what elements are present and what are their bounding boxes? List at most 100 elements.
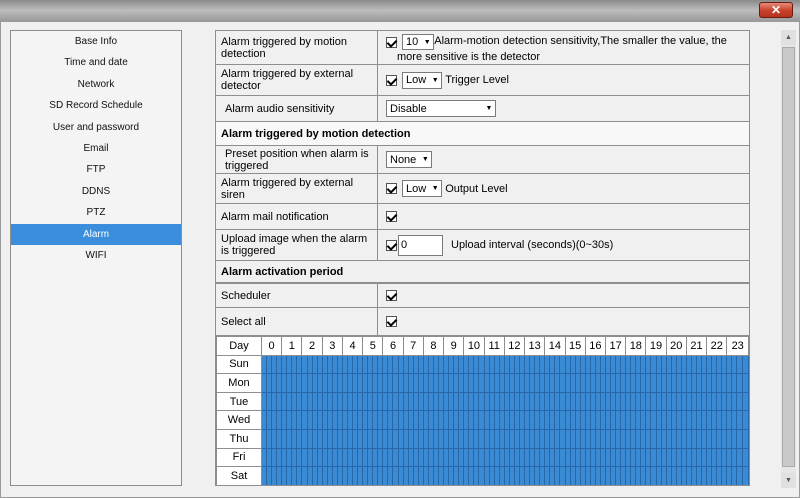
external-detector-row: Alarm triggered by external detector Low… — [216, 65, 749, 96]
hour-header[interactable]: 20 — [665, 336, 687, 356]
preset-position-select[interactable]: None ▼ — [386, 151, 433, 168]
schedule-grid: Day 0 1 2 3 4 5 6 7 8 9 10 11 12 13 14 15 16 17 18 19 20 21 22 2… — [216, 336, 749, 485]
schedule-cell[interactable] — [741, 391, 749, 412]
hour-header[interactable]: 13 — [524, 336, 546, 356]
day-label[interactable]: Mon — [216, 373, 262, 393]
motion-detection-label: Alarm triggered by motion detection — [216, 31, 378, 64]
upload-interval-label: Upload interval (seconds)(0~30s) — [451, 239, 614, 251]
window-titlebar: ✕ — [0, 0, 800, 21]
hour-header[interactable]: 1 — [281, 336, 303, 356]
scroll-up-icon[interactable]: ▲ — [781, 30, 796, 45]
day-label[interactable]: Wed — [216, 410, 262, 430]
hour-header[interactable]: 14 — [544, 336, 566, 356]
hour-header[interactable]: 3 — [321, 336, 343, 356]
scheduler-label: Scheduler — [216, 284, 378, 307]
scheduler-checkbox[interactable] — [386, 290, 397, 301]
day-label[interactable]: Sat — [216, 466, 262, 485]
hour-header[interactable]: 17 — [604, 336, 627, 356]
vertical-scrollbar[interactable]: ▲ ▼ — [781, 30, 796, 488]
schedule-cell[interactable] — [741, 354, 749, 375]
hour-header[interactable]: 12 — [503, 336, 526, 356]
motion-sensitivity-note: Alarm-motion detection sensitivity,The s… — [397, 35, 727, 63]
sidebar-item-email[interactable]: Email — [11, 138, 181, 159]
sidebar-item-wifi[interactable]: WIFI — [11, 245, 181, 266]
sidebar-item-ftp[interactable]: FTP — [11, 159, 181, 180]
schedule-cell[interactable] — [741, 410, 749, 430]
scrollbar-thumb[interactable] — [782, 47, 795, 467]
select-all-label: Select all — [216, 308, 378, 335]
upload-image-checkbox[interactable] — [386, 239, 397, 251]
hour-header[interactable]: 19 — [645, 336, 667, 356]
schedule-row: Tue — [216, 391, 749, 412]
upload-interval-input[interactable]: 0 — [398, 234, 443, 256]
sidebar-item-base-info[interactable]: Base Info — [11, 31, 181, 52]
schedule-cell[interactable] — [741, 373, 749, 393]
hour-header[interactable]: 22 — [706, 336, 728, 356]
schedule-row: Mon — [216, 373, 749, 393]
day-column-header: Day — [216, 336, 262, 356]
schedule-row: Sun — [216, 354, 749, 375]
schedule-cell[interactable] — [741, 447, 749, 468]
chevron-down-icon: ▼ — [431, 185, 439, 192]
day-label[interactable]: Tue — [216, 391, 262, 412]
day-label[interactable]: Fri — [216, 447, 262, 468]
hour-header[interactable]: 4 — [341, 336, 364, 356]
hour-header[interactable]: 16 — [584, 336, 606, 356]
hour-header[interactable]: 0 — [260, 336, 283, 356]
output-level-select[interactable]: Low ▼ — [402, 180, 443, 197]
alarm-settings-panel: Alarm triggered by motion detection 10 ▼ A… — [215, 30, 750, 486]
section-motion-detection: Alarm triggered by motion detection — [216, 122, 749, 146]
hour-header[interactable]: 9 — [443, 336, 465, 356]
motion-sensitivity-select[interactable]: 10 ▼ — [402, 34, 435, 50]
day-label[interactable]: Thu — [216, 428, 262, 449]
chevron-down-icon: ▼ — [485, 105, 493, 112]
hour-header[interactable]: 8 — [422, 336, 445, 356]
sidebar-item-ddns[interactable]: DDNS — [11, 181, 181, 202]
scroll-down-icon[interactable]: ▼ — [781, 473, 796, 488]
schedule-table: Day 0 1 2 3 4 5 6 7 8 9 10 11 12 13 14 15 16 17 18 19 20 21 22 2… — [216, 336, 749, 485]
sidebar-item-network[interactable]: Network — [11, 74, 181, 95]
sidebar: Base Info Time and date Network SD Record S… — [10, 30, 182, 486]
sidebar-item-user-and-password[interactable]: User and password — [11, 117, 181, 138]
trigger-level-label: Trigger Level — [445, 74, 509, 86]
hour-header[interactable]: 2 — [301, 336, 323, 356]
external-siren-row: Alarm triggered by external siren Low ▼ O… — [216, 174, 749, 204]
external-siren-checkbox[interactable] — [386, 183, 397, 194]
hour-header[interactable]: 10 — [463, 336, 485, 356]
schedule-row: Thu — [216, 428, 749, 449]
close-button[interactable]: ✕ — [759, 2, 793, 18]
hour-header[interactable]: 21 — [685, 336, 708, 356]
section-activation-period: Alarm activation period — [216, 261, 749, 283]
chevron-down-icon: ▼ — [423, 38, 431, 46]
audio-sensitivity-row: Alarm audio sensitivity Disable ▼ — [216, 96, 749, 122]
sidebar-item-ptz[interactable]: PTZ — [11, 202, 181, 223]
motion-detection-row: Alarm triggered by motion detection 10 ▼ A… — [216, 31, 749, 65]
hour-header[interactable]: 5 — [362, 336, 384, 356]
select-all-checkbox[interactable] — [386, 316, 397, 327]
schedule-row: Fri — [216, 447, 749, 468]
hour-header[interactable]: 7 — [402, 336, 424, 356]
preset-position-label: Preset position when alarm is triggered — [216, 146, 378, 173]
mail-notification-label: Alarm mail notification — [216, 204, 378, 229]
day-label[interactable]: Sun — [216, 354, 262, 375]
mail-notification-checkbox[interactable] — [386, 211, 397, 222]
schedule-row: Sat — [216, 466, 749, 485]
sidebar-item-time-and-date[interactable]: Time and date — [11, 52, 181, 73]
sidebar-item-alarm[interactable]: Alarm — [11, 223, 181, 245]
trigger-level-select[interactable]: Low ▼ — [402, 71, 443, 89]
sidebar-item-sd-record-schedule[interactable]: SD Record Schedule — [11, 95, 181, 116]
hour-header[interactable]: 23 — [726, 336, 749, 356]
hour-header[interactable]: 15 — [564, 336, 586, 356]
chevron-down-icon: ▼ — [421, 156, 429, 163]
audio-sensitivity-select[interactable]: Disable ▼ — [386, 100, 496, 117]
external-detector-checkbox[interactable] — [386, 74, 397, 86]
schedule-cell[interactable] — [741, 466, 749, 485]
motion-detection-checkbox[interactable] — [386, 37, 397, 48]
preset-position-row: Preset position when alarm is triggered … — [216, 146, 749, 174]
hour-header[interactable]: 11 — [483, 336, 505, 356]
scheduler-row: Scheduler — [216, 283, 749, 308]
hour-header[interactable]: 18 — [625, 336, 647, 356]
schedule-cell[interactable] — [741, 428, 749, 449]
hour-header[interactable]: 6 — [382, 336, 404, 356]
audio-sensitivity-label: Alarm audio sensitivity — [216, 96, 378, 121]
